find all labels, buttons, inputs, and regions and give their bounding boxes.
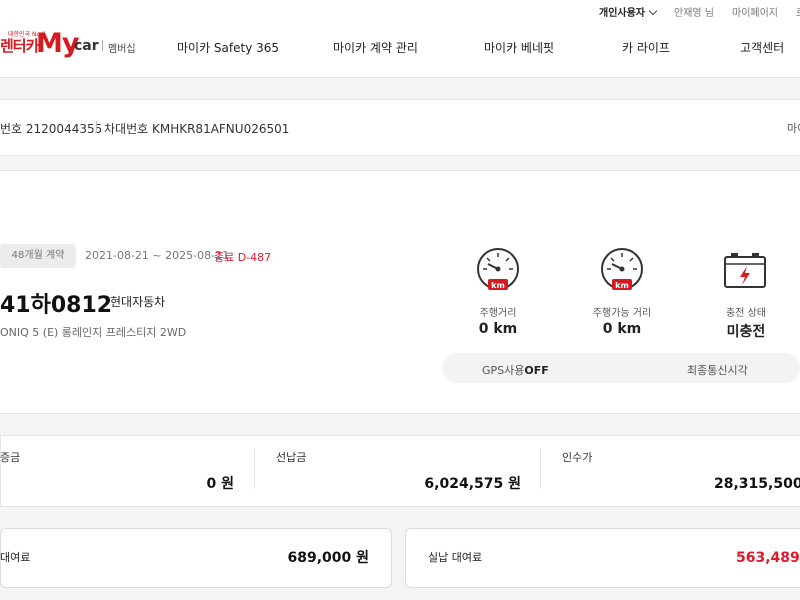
last-communication-label: 최종통신시각 [687, 364, 748, 377]
info-divider [96, 121, 97, 133]
contract-term-badge: 48개월 계약 [0, 244, 76, 268]
actual-rental-fee-value: 563,489 원 [736, 550, 800, 566]
contract-dday: 종료 D-487 [214, 251, 272, 264]
amount-divider [254, 449, 255, 489]
prepayment-value: 6,024,575 원 [424, 476, 521, 492]
license-plate: 41하0812 [0, 293, 113, 318]
logo-brand: 렌터카 [0, 37, 39, 55]
car-model: ONIQ 5 (E) 롱레인지 프레스티지 2WD [0, 326, 187, 339]
gps-status: GPS사용OFF [482, 362, 549, 378]
nav-contract-management[interactable]: 마이카 계약 관리 [333, 39, 418, 56]
vin-number: 차대번호 KMHKR81AFNU026501 [104, 122, 290, 136]
charge-value: 미충전 [726, 324, 766, 340]
purchase-price-value: 28,315,500 원 [714, 476, 800, 492]
gps-state: OFF [524, 364, 549, 377]
gps-label: GPS사용 [482, 364, 525, 377]
deposit-label: 증금 [0, 451, 21, 464]
mileage-value: 0 km [478, 321, 518, 337]
rental-fee-value: 689,000 원 [287, 550, 369, 566]
amount-summary [0, 435, 800, 507]
logo-membership: 멤버십 [108, 44, 136, 55]
chevron-down-icon [648, 6, 658, 16]
user-name-link[interactable]: 안재영 님 [674, 4, 714, 19]
nav-customer-center[interactable]: 고객센터 [740, 39, 784, 56]
nav-car-life[interactable]: 카 라이프 [622, 39, 670, 56]
odometer-km-badge: km [491, 281, 505, 290]
range-label: 주행가능 거리 [592, 308, 652, 319]
logo-my: My [36, 28, 79, 59]
range-km-badge: km [615, 281, 629, 290]
nav-benefit[interactable]: 마이카 베네핏 [484, 39, 554, 56]
logo-car: car [74, 38, 99, 54]
user-type-label: 개인사용자 [599, 8, 645, 19]
battery-icon [722, 251, 768, 289]
info-right-link[interactable]: 마이 [787, 120, 800, 136]
prepayment-label: 선납금 [276, 451, 307, 464]
rental-fee-label: 대여료 [0, 551, 31, 564]
contract-period: 2021-08-21 ~ 2025-08-21 [85, 249, 230, 262]
mileage-label: 주행거리 [479, 308, 517, 319]
logo-divider [102, 40, 103, 51]
logout-link[interactable]: 로 [796, 4, 800, 19]
amount-divider [540, 449, 541, 489]
car-maker: 현대자동차 [110, 295, 166, 309]
nav-safety365[interactable]: 마이카 Safety 365 [177, 39, 279, 56]
charge-label: 충전 상태 [726, 308, 766, 319]
range-value: 0 km [602, 321, 642, 337]
actual-rental-fee-label: 실납 대여료 [428, 551, 483, 564]
contract-number: 번호 2120044355 [0, 122, 103, 136]
mypage-link[interactable]: 마이페이지 [732, 4, 778, 19]
user-type-select[interactable]: 개인사용자 [599, 4, 658, 19]
deposit-value: 0 원 [206, 476, 235, 492]
purchase-price-label: 인수가 [562, 451, 593, 464]
